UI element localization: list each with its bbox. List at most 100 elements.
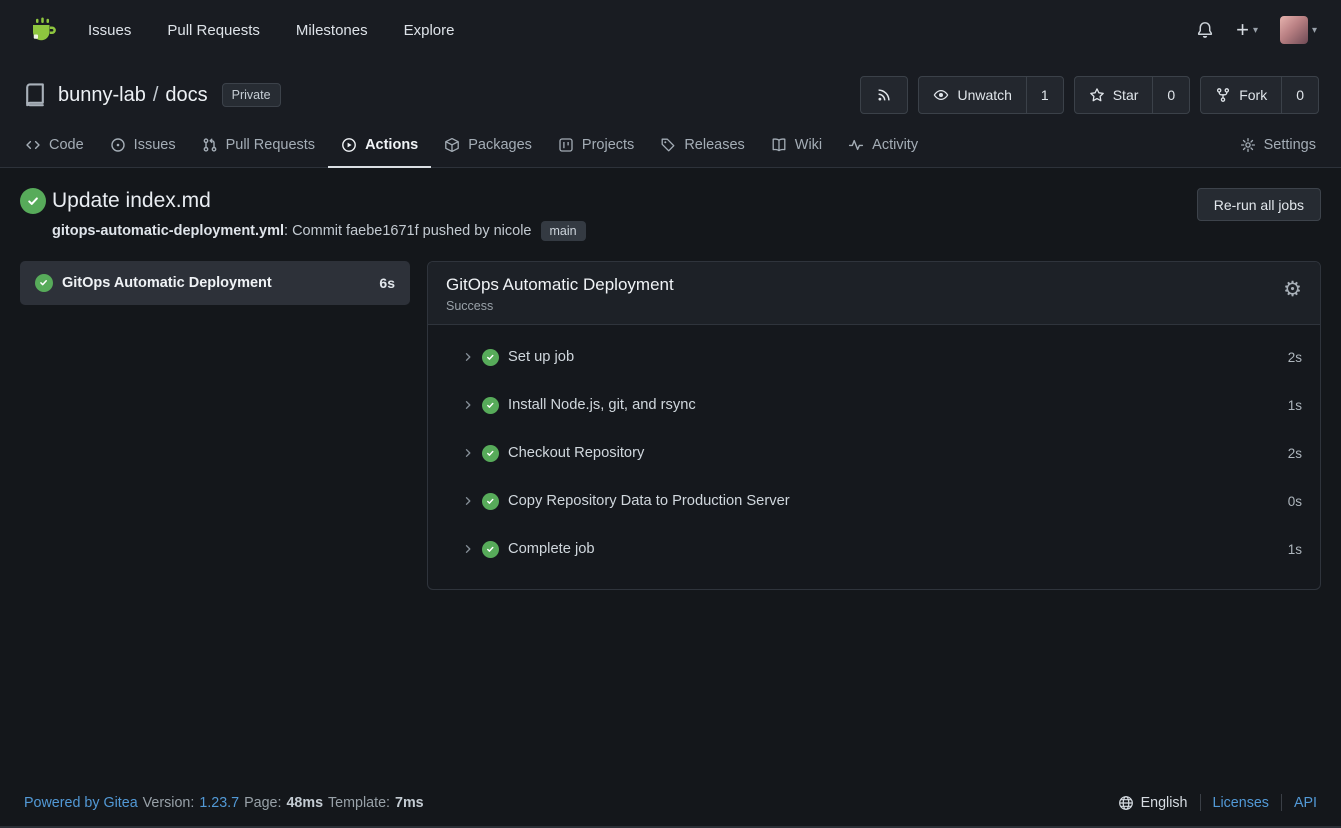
step-duration: 0s [1288, 494, 1302, 509]
step-row[interactable]: Complete job 1s [428, 525, 1320, 573]
repo-breadcrumb: bunny-lab / docs [58, 84, 208, 107]
forks-count[interactable]: 0 [1281, 77, 1318, 113]
tab-label: Wiki [795, 137, 822, 153]
tab-wiki[interactable]: Wiki [758, 124, 835, 168]
chevron-right-icon [462, 399, 474, 411]
step-success-check-icon [482, 445, 499, 462]
template-label: Template: [328, 795, 390, 811]
job-success-check-icon [35, 274, 53, 292]
stars-count[interactable]: 0 [1152, 77, 1189, 113]
star-label: Star [1113, 87, 1139, 103]
chevron-right-icon [462, 447, 474, 459]
step-row[interactable]: Set up job 2s [428, 333, 1320, 381]
licenses-link[interactable]: Licenses [1213, 795, 1269, 811]
projects-icon [558, 137, 574, 153]
tab-settings[interactable]: Settings [1227, 124, 1329, 168]
footer-left: Powered by Gitea Version: 1.23.7 Page: 4… [24, 795, 424, 811]
tab-code[interactable]: Code [12, 124, 97, 168]
code-icon [25, 137, 41, 153]
rerun-all-jobs-button[interactable]: Re-run all jobs [1197, 188, 1321, 221]
commit-info-text: : Commit faebe1671f pushed by nicole [284, 223, 531, 239]
rss-button[interactable] [860, 76, 908, 114]
powered-by-gitea-link[interactable]: Powered by Gitea [24, 795, 138, 811]
step-row[interactable]: Copy Repository Data to Production Serve… [428, 477, 1320, 525]
navbar-right: + ▾ ▾ [1196, 16, 1317, 44]
tab-label: Settings [1264, 137, 1316, 153]
chevron-right-icon [462, 495, 474, 507]
step-row[interactable]: Checkout Repository 2s [428, 429, 1320, 477]
book-icon [771, 137, 787, 153]
star-button-group: Star 0 [1074, 76, 1190, 114]
globe-icon [1118, 795, 1134, 811]
tab-releases[interactable]: Releases [647, 124, 757, 168]
step-name: Install Node.js, git, and rsync [508, 397, 696, 413]
nav-item-pull-requests[interactable]: Pull Requests [167, 22, 260, 39]
language-selector[interactable]: English [1118, 795, 1188, 811]
pulse-icon [848, 137, 864, 153]
tag-icon [660, 137, 676, 153]
avatar [1280, 16, 1308, 44]
job-detail-panel: GitOps Automatic Deployment Success ⚙ Se… [427, 261, 1321, 590]
tab-label: Packages [468, 137, 532, 153]
job-card-header: GitOps Automatic Deployment Success ⚙ [428, 262, 1320, 325]
tab-label: Actions [365, 137, 418, 153]
tab-pull-requests[interactable]: Pull Requests [189, 124, 328, 168]
bell-icon [1196, 21, 1214, 39]
run-header: Update index.md gitops-automatic-deploym… [20, 188, 1321, 241]
unwatch-button[interactable]: Unwatch [919, 77, 1025, 113]
page-time: 48ms [286, 795, 323, 811]
tab-label: Code [49, 137, 84, 153]
navbar-links: Issues Pull Requests Milestones Explore [88, 22, 454, 39]
fork-icon [1215, 87, 1231, 103]
gitea-cup-icon [27, 15, 59, 45]
page-label: Page: [244, 795, 281, 811]
api-link[interactable]: API [1294, 795, 1317, 811]
eye-icon [933, 87, 949, 103]
rss-icon [876, 87, 892, 103]
tab-actions[interactable]: Actions [328, 124, 431, 168]
nav-item-milestones[interactable]: Milestones [296, 22, 368, 39]
job-card: GitOps Automatic Deployment Success ⚙ Se… [427, 261, 1321, 590]
chevron-right-icon [462, 351, 474, 363]
gitea-logo[interactable] [24, 12, 62, 48]
step-duration: 2s [1288, 446, 1302, 461]
caret-down-icon: ▾ [1312, 25, 1317, 36]
watchers-count[interactable]: 1 [1026, 77, 1063, 113]
tab-issues[interactable]: Issues [97, 124, 189, 168]
star-button[interactable]: Star [1075, 77, 1153, 113]
tab-label: Issues [134, 137, 176, 153]
repo-tabs: Code Issues Pull Requests [0, 124, 1341, 167]
workflow-file-name[interactable]: gitops-automatic-deployment.yml [52, 223, 284, 239]
job-card-title-block: GitOps Automatic Deployment Success [446, 275, 674, 313]
step-name: Copy Repository Data to Production Serve… [508, 493, 790, 509]
step-duration: 1s [1288, 542, 1302, 557]
run-success-check-icon [20, 188, 46, 214]
run-title: Update index.md [52, 189, 211, 213]
step-duration: 2s [1288, 350, 1302, 365]
pull-request-icon [202, 137, 218, 153]
tab-projects[interactable]: Projects [545, 124, 647, 168]
notifications-button[interactable] [1196, 21, 1214, 39]
fork-button[interactable]: Fork [1201, 77, 1281, 113]
nav-item-explore[interactable]: Explore [404, 22, 455, 39]
chevron-right-icon [462, 543, 474, 555]
repo-separator: / [153, 84, 159, 107]
step-row[interactable]: Install Node.js, git, and rsync 1s [428, 381, 1320, 429]
repo-name-link[interactable]: docs [165, 84, 207, 107]
step-success-check-icon [482, 349, 499, 366]
job-list-item[interactable]: GitOps Automatic Deployment 6s [20, 261, 410, 305]
repo-header: bunny-lab / docs Private [0, 60, 1341, 168]
job-status-text: Success [446, 299, 674, 313]
tab-packages[interactable]: Packages [431, 124, 545, 168]
version-link[interactable]: 1.23.7 [199, 795, 239, 811]
repo-owner-link[interactable]: bunny-lab [58, 84, 146, 107]
footer-divider [1281, 794, 1282, 811]
nav-item-issues[interactable]: Issues [88, 22, 131, 39]
gear-icon[interactable]: ⚙ [1283, 275, 1302, 300]
run-title-line: Update index.md [20, 188, 586, 214]
job-duration: 6s [379, 275, 395, 291]
create-new-button[interactable]: + ▾ [1236, 19, 1258, 41]
user-menu-button[interactable]: ▾ [1280, 16, 1317, 44]
tab-activity[interactable]: Activity [835, 124, 931, 168]
branch-badge[interactable]: main [541, 221, 586, 241]
